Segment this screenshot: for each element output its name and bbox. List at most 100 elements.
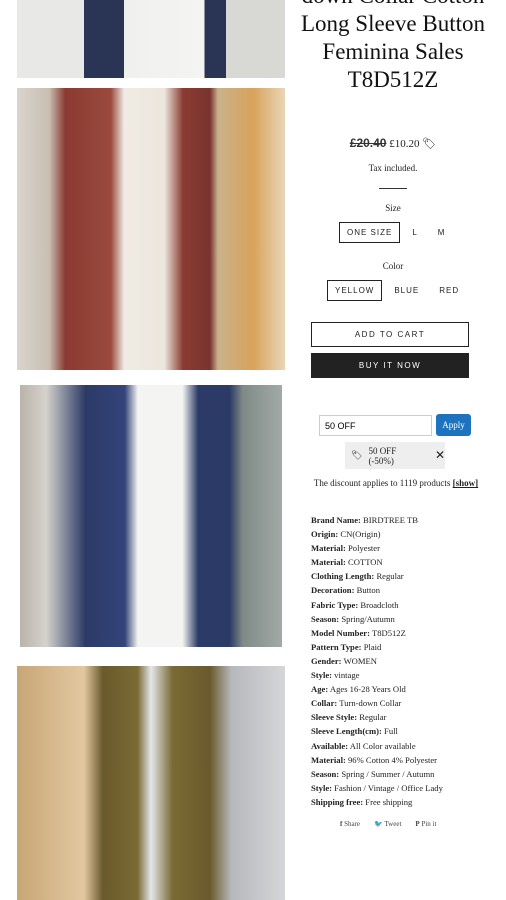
spec-key: Material: (311, 557, 346, 568)
spec-key: Sleeve Style: (311, 712, 358, 723)
spec-key: Sleeve Length(cm): (311, 726, 382, 737)
spec-key: Style: (311, 782, 333, 793)
product-image-4[interactable] (17, 666, 285, 900)
share-pinterest[interactable]: P Pin it (415, 820, 436, 828)
product-image-2[interactable] (17, 88, 285, 370)
share-facebook[interactable]: f Share (340, 820, 360, 828)
spec-key: Decoration: (311, 585, 355, 596)
spec-value: COTTON (348, 557, 383, 568)
spec-value: WOMEN (343, 655, 377, 666)
size-options: ONE SIZE L M (339, 222, 453, 243)
close-icon[interactable]: ✕ (435, 448, 445, 463)
spec-row: Origin: CN(Origin) (311, 527, 443, 541)
spec-key: Collar: (311, 698, 338, 709)
spec-list: Brand Name: BIRDTREE TB Origin: CN(Origin… (311, 513, 443, 809)
discount-chip-label: 50 OFF (-50%) (368, 445, 397, 466)
pin-label: Pin it (421, 820, 437, 828)
old-price: £20.40 (349, 136, 387, 150)
share-twitter[interactable]: 🐦 Tweet (374, 820, 401, 828)
spec-row: Brand Name: BIRDTREE TB (311, 513, 443, 527)
product-title: down Collar Cotton Long Sleeve Button Fe… (301, 0, 485, 92)
spec-row: Material: COTTON (311, 555, 443, 569)
spec-value: vintage (334, 670, 360, 681)
divider (379, 188, 407, 189)
spec-row: Material: 96% Cotton 4% Polyester (311, 753, 443, 767)
add-to-cart-button[interactable]: ADD TO CART (311, 322, 469, 347)
spec-row: Clothing Length: Regular (311, 569, 443, 583)
spec-value: Full (384, 726, 398, 737)
product-image-1[interactable] (17, 0, 285, 78)
spec-key: Season: (311, 768, 340, 779)
spec-value: CN(Origin) (340, 529, 381, 540)
size-option[interactable]: ONE SIZE (339, 222, 401, 243)
spec-row: Shipping free: Free shipping (311, 795, 443, 809)
spec-value: Ages 16-28 Years Old (329, 684, 406, 695)
spec-row: Style: Fashion / Vintage / Office Lady (311, 781, 443, 795)
discount-chip: 🏷 50 OFF (-50%) ✕ (345, 442, 445, 469)
spec-value: BIRDTREE TB (363, 515, 419, 525)
spec-value: T8D512Z (371, 627, 406, 638)
spec-value: Plaid (363, 641, 382, 652)
tag-icon: 🏷 (422, 138, 437, 150)
spec-key: Pattern Type: (311, 641, 362, 652)
spec-value: All Color available (349, 740, 416, 751)
spec-row: Available: All Color available (311, 739, 443, 753)
spec-value: Spring / Summer / Autumn (341, 768, 435, 779)
sale-price: £10.20 (389, 138, 420, 150)
price: £20.40 £10.20 🏷 (300, 136, 486, 150)
tweet-label: Tweet (384, 820, 402, 828)
spec-row: Sleeve Length(cm): Full (311, 724, 443, 738)
spec-row: Season: Spring/Autumn (311, 612, 443, 626)
spec-value: Regular (359, 712, 387, 723)
spec-key: Style: (311, 670, 333, 681)
spec-value: Broadcloth (360, 599, 399, 610)
share-label: Share (344, 820, 361, 828)
spec-key: Material: (311, 543, 346, 554)
spec-value: Spring/Autumn (341, 613, 395, 624)
spec-value: Regular (376, 571, 404, 582)
spec-key: Material: (311, 754, 346, 765)
spec-key: Model Number: (311, 627, 370, 638)
spec-row: Fabric Type: Broadcloth (311, 598, 443, 612)
size-option[interactable]: M (430, 222, 454, 243)
spec-row: Sleeve Style: Regular (311, 710, 443, 724)
tag-icon: 🏷 (351, 450, 363, 460)
spec-key: Gender: (311, 655, 342, 666)
spec-row: Age: Ages 16-28 Years Old (311, 682, 443, 696)
product-image-3[interactable] (20, 385, 282, 647)
size-option[interactable]: L (404, 222, 425, 243)
spec-row: Season: Spring / Summer / Autumn (311, 767, 443, 781)
discount-code-input[interactable] (319, 415, 432, 436)
color-option[interactable]: BLUE (386, 280, 427, 301)
spec-row: Model Number: T8D512Z (311, 626, 443, 640)
spec-row: Style: vintage (311, 668, 443, 682)
pinterest-icon: P (415, 820, 420, 828)
spec-value: Free shipping (365, 796, 413, 807)
spec-row: Decoration: Button (311, 583, 443, 597)
discount-applies-text: The discount applies to 1119 products [s… (300, 478, 492, 488)
tax-note: Tax included. (368, 163, 418, 173)
color-options: YELLOW BLUE RED (327, 280, 467, 301)
spec-value: Turn-down Collar (339, 698, 402, 709)
spec-key: Clothing Length: (311, 571, 375, 582)
spec-value: 96% Cotton 4% Polyester (348, 754, 438, 765)
color-option[interactable]: RED (431, 280, 467, 301)
color-option[interactable]: YELLOW (327, 280, 383, 301)
spec-value: Polyester (348, 543, 380, 554)
facebook-icon: f (340, 820, 343, 828)
spec-row: Material: Polyester (311, 541, 443, 555)
spec-value: Fashion / Vintage / Office Lady (334, 782, 443, 793)
spec-row: Collar: Turn-down Collar (311, 696, 443, 710)
color-label: Color (382, 261, 404, 271)
size-label: Size (385, 203, 401, 213)
apply-button[interactable]: Apply (436, 414, 471, 436)
spec-key: Season: (311, 613, 340, 624)
spec-key: Available: (311, 740, 349, 751)
buy-now-button[interactable]: BUY IT NOW (311, 353, 469, 378)
spec-key: Brand Name: (311, 515, 361, 525)
share-bar: f Share 🐦 Tweet P Pin it (340, 820, 436, 828)
spec-key: Fabric Type: (311, 599, 359, 610)
spec-key: Shipping free: (311, 796, 364, 807)
spec-value: Button (356, 585, 380, 596)
show-link[interactable]: [show] (453, 478, 479, 488)
